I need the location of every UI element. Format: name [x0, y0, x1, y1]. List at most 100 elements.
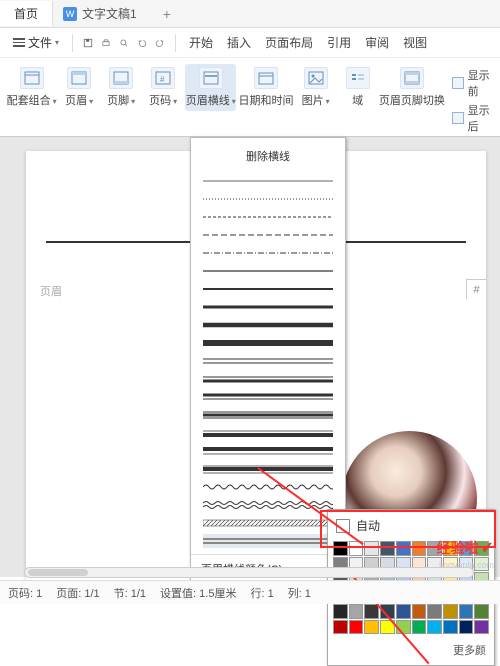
tab-document[interactable]: W 文字文稿1 [53, 1, 147, 26]
page-header-label: 页眉 [40, 283, 62, 299]
color-swatch[interactable] [459, 620, 474, 635]
line-style-double-wave[interactable] [203, 498, 333, 512]
color-swatch[interactable] [474, 620, 489, 635]
line-style-solid-4[interactable] [203, 318, 333, 332]
ribbon-footer[interactable]: 页脚 [101, 64, 141, 111]
print-icon[interactable] [99, 36, 113, 50]
ribbon-show-prev[interactable]: 显示前 [452, 67, 494, 99]
scrollbar-thumb[interactable] [28, 569, 88, 576]
color-swatch[interactable] [459, 604, 474, 619]
line-style-thin-thick-2[interactable] [203, 426, 333, 440]
color-swatch[interactable] [474, 604, 489, 619]
header-line-icon [202, 70, 220, 86]
line-style-thick-thin-2[interactable] [203, 444, 333, 458]
menu-layout[interactable]: 页面布局 [260, 34, 318, 51]
menu-start[interactable]: 开始 [184, 34, 218, 51]
color-swatch[interactable] [364, 620, 379, 635]
color-swatch[interactable] [412, 604, 427, 619]
status-col[interactable]: 列: 1 [288, 585, 311, 601]
ribbon-matching[interactable]: 配套组合 [6, 64, 57, 111]
ribbon-datetime[interactable]: 日期和时间 [238, 64, 293, 111]
footer-icon [112, 70, 130, 86]
line-style-solid-3[interactable] [203, 300, 333, 314]
color-swatch[interactable] [333, 604, 348, 619]
color-swatch[interactable] [380, 620, 395, 635]
horizontal-scrollbar[interactable] [24, 567, 474, 578]
status-pages[interactable]: 页面: 1/1 [56, 585, 99, 601]
line-style-dashdot[interactable] [203, 246, 333, 260]
color-swatch[interactable] [396, 620, 411, 635]
show-prev-icon [452, 77, 464, 89]
menu-button[interactable]: 文件 ▾ [8, 31, 64, 54]
svg-text:#: # [160, 75, 165, 84]
line-style-thin-thick[interactable] [203, 372, 333, 386]
ribbon-header-line[interactable]: 页眉横线 [185, 64, 236, 111]
field-icon [349, 70, 367, 86]
ribbon-picture[interactable]: 图片 [296, 64, 336, 111]
line-style-triple[interactable] [203, 408, 333, 422]
watermark: 经验啦✓ [437, 538, 494, 558]
color-swatch[interactable] [364, 604, 379, 619]
tab-document-label: 文字文稿1 [82, 5, 137, 22]
tab-home[interactable]: 首页 [0, 1, 53, 26]
ribbon-field[interactable]: 域 [338, 64, 378, 111]
color-swatch[interactable] [427, 604, 442, 619]
color-swatch[interactable] [412, 620, 427, 635]
show-next-icon [452, 112, 464, 124]
menu-insert[interactable]: 插入 [222, 34, 256, 51]
menu-review[interactable]: 审阅 [360, 34, 394, 51]
ribbon-pagenum[interactable]: #页码 [143, 64, 183, 111]
hamburger-icon [13, 38, 25, 47]
color-swatch[interactable] [427, 620, 442, 635]
status-page[interactable]: 页码: 1 [8, 585, 42, 601]
color-swatch[interactable] [443, 604, 458, 619]
header-icon [70, 70, 88, 86]
doc-icon: W [63, 7, 77, 21]
tab-add[interactable]: + [147, 2, 187, 26]
line-style-solid-2[interactable] [203, 282, 333, 296]
line-style-thin-solid[interactable] [203, 174, 333, 188]
line-style-dashed-fine[interactable] [203, 210, 333, 224]
ribbon-header[interactable]: 页眉 [59, 64, 99, 111]
switch-icon [403, 70, 421, 86]
ribbon-show-group: 显示前 显示后 [452, 64, 494, 134]
color-swatch[interactable] [396, 604, 411, 619]
line-style-triple-2[interactable] [203, 462, 333, 476]
page-header-marker[interactable]: # [466, 279, 486, 299]
dropdown-remove-line[interactable]: 删除横线 [191, 144, 345, 170]
color-swatch[interactable] [333, 620, 348, 635]
line-style-solid-1[interactable] [203, 264, 333, 278]
color-swatch[interactable] [349, 604, 364, 619]
status-setting[interactable]: 设置值: 1.5厘米 [160, 585, 236, 601]
line-style-wave[interactable] [203, 480, 333, 494]
status-row[interactable]: 行: 1 [250, 585, 273, 601]
menu-reference[interactable]: 引用 [322, 34, 356, 51]
color-swatch[interactable] [380, 604, 395, 619]
separator [72, 34, 73, 52]
save-icon[interactable] [81, 36, 95, 50]
status-section[interactable]: 节: 1/1 [114, 585, 146, 601]
file-label: 文件 [28, 34, 52, 51]
color-swatch[interactable] [349, 620, 364, 635]
line-style-gradient[interactable] [203, 534, 333, 548]
line-style-double[interactable] [203, 354, 333, 368]
picture-icon [307, 70, 325, 86]
line-style-dotted[interactable] [203, 192, 333, 206]
line-style-hatched[interactable] [203, 516, 333, 530]
preview-icon[interactable] [117, 36, 131, 50]
check-icon: ✓ [481, 538, 494, 558]
ribbon-show-next[interactable]: 显示后 [452, 102, 494, 134]
line-style-thick-thin[interactable] [203, 390, 333, 404]
more-colors[interactable]: 更多颜 [333, 640, 489, 660]
pagenum-icon: # [154, 70, 172, 86]
undo-icon[interactable] [135, 36, 149, 50]
calendar-icon [257, 70, 275, 86]
ribbon-switch[interactable]: 页眉页脚切换 [380, 64, 444, 111]
color-swatch[interactable] [443, 620, 458, 635]
separator [175, 34, 176, 52]
matching-icon [23, 70, 41, 86]
redo-icon[interactable] [153, 36, 167, 50]
menu-view[interactable]: 视图 [398, 34, 432, 51]
line-style-dashed[interactable] [203, 228, 333, 242]
line-style-solid-5[interactable] [203, 336, 333, 350]
